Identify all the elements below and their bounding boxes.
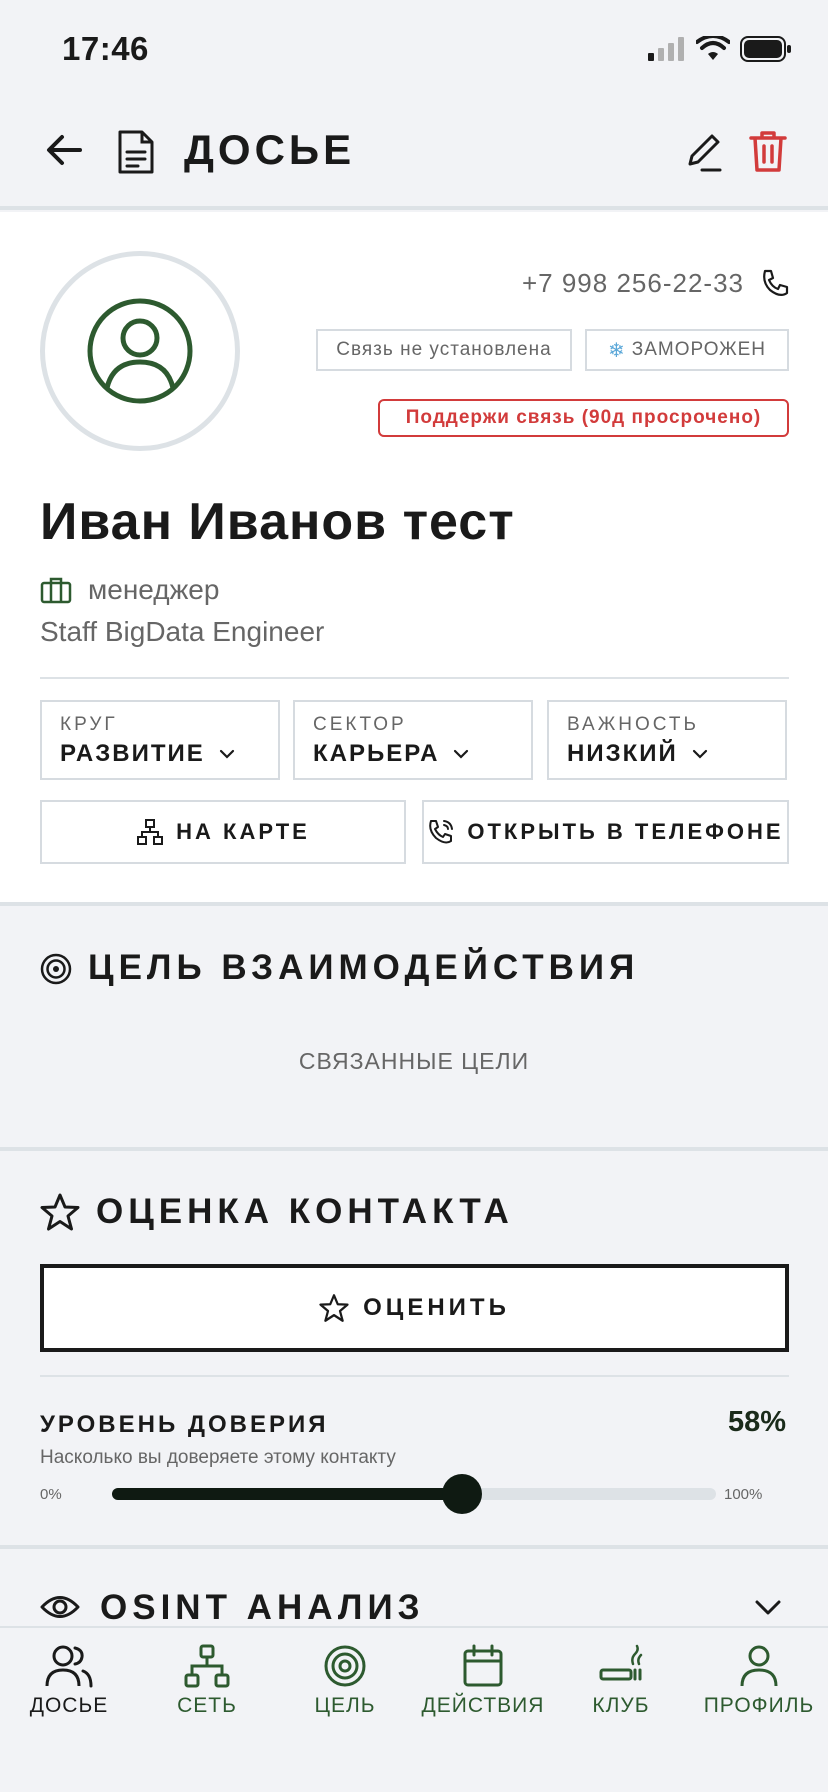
trash-icon[interactable]: [748, 128, 788, 174]
osint-section-title[interactable]: OSINT АНАЛИЗ: [100, 1588, 425, 1628]
slider-min-label: 0%: [40, 1486, 62, 1503]
sector-select-label: СЕКТОР: [313, 714, 407, 735]
chevron-down-icon: [692, 749, 707, 759]
nav-item-network[interactable]: СЕТЬ: [138, 1644, 276, 1718]
divider: [40, 677, 789, 679]
frozen-label: ЗАМОРОЖЕН: [631, 339, 767, 360]
slider-max-label: 100%: [724, 1486, 763, 1503]
cellular-signal-icon: [648, 37, 684, 61]
target-icon: [324, 1645, 366, 1687]
circle-select[interactable]: КРУГ РАЗВИТИЕ: [40, 700, 280, 780]
phone-icon[interactable]: [760, 268, 790, 298]
importance-select-label: ВАЖНОСТЬ: [567, 714, 699, 735]
star-icon: [40, 1193, 80, 1231]
star-icon: [319, 1294, 349, 1322]
contact-name: Иван Иванов тест: [40, 493, 515, 551]
briefcase-icon: [40, 577, 72, 604]
nav-item-dossier[interactable]: ДОСЬЕ: [0, 1644, 138, 1718]
trust-level-description: Насколько вы доверяете этому контакту: [40, 1447, 396, 1468]
show-on-map-label: НА КАРТЕ: [176, 819, 310, 844]
wifi-icon: [696, 36, 730, 60]
status-time: 17:46: [62, 30, 149, 67]
profile-icon: [740, 1645, 778, 1687]
chevron-down-icon: [454, 749, 469, 759]
eye-icon: [40, 1596, 80, 1618]
battery-icon: [740, 36, 791, 62]
section-divider: [0, 1545, 828, 1549]
contact-job-title: Staff BigData Engineer: [40, 616, 325, 647]
trust-slider-thumb[interactable]: [442, 1474, 483, 1514]
calendar-icon: [463, 1644, 503, 1687]
importance-select[interactable]: ВАЖНОСТЬ НИЗКИЙ: [547, 700, 787, 780]
overdue-alert-badge[interactable]: Поддержи связь (90д просрочено): [378, 399, 789, 437]
nav-label-goal: ЦЕЛЬ: [314, 1694, 376, 1717]
phone-number[interactable]: +7 998 256-22-33: [522, 268, 744, 299]
linked-goals-link[interactable]: СВЯЗАННЫЕ ЦЕЛИ: [0, 1048, 828, 1075]
divider: [40, 1375, 789, 1377]
sector-select-value: КАРЬЕРА: [313, 740, 440, 767]
status-icons: [648, 36, 792, 62]
rate-button[interactable]: ОЦЕНИТЬ: [40, 1264, 789, 1352]
back-arrow-icon[interactable]: [42, 128, 86, 172]
nav-item-goal[interactable]: ЦЕЛЬ: [276, 1644, 414, 1718]
edit-icon[interactable]: [684, 130, 724, 174]
nav-label-club: КЛУБ: [592, 1694, 650, 1717]
importance-select-value: НИЗКИЙ: [567, 740, 678, 767]
document-icon: [118, 130, 154, 174]
connection-status-badge: Связь не установлена: [316, 329, 572, 371]
target-icon: [40, 953, 72, 985]
network-icon: [184, 1644, 230, 1688]
trust-level-value: 58%: [727, 1406, 786, 1438]
show-on-map-button[interactable]: НА КАРТЕ: [40, 800, 406, 864]
circle-select-label: КРУГ: [60, 714, 118, 735]
frozen-badge: ❄ ЗАМОРОЖЕН: [585, 329, 789, 371]
nav-item-club[interactable]: КЛУБ: [552, 1644, 690, 1718]
avatar[interactable]: [40, 251, 240, 451]
chevron-down-icon[interactable]: [754, 1598, 782, 1618]
page-title: ДОСЬЕ: [184, 126, 356, 173]
user-avatar-icon: [87, 298, 193, 404]
nav-label-actions: ДЕЙСТВИЯ: [421, 1694, 545, 1717]
nav-label-network: СЕТЬ: [177, 1694, 237, 1717]
rate-button-label: ОЦЕНИТЬ: [363, 1294, 510, 1321]
nav-label-dossier: ДОСЬЕ: [29, 1694, 109, 1717]
phone-call-icon: [429, 820, 454, 844]
open-in-phone-button[interactable]: ОТКРЫТЬ В ТЕЛЕФОНЕ: [422, 800, 789, 864]
network-icon: [137, 819, 164, 845]
nav-label-profile: ПРОФИЛЬ: [703, 1694, 815, 1717]
goal-section-title: ЦЕЛЬ ВЗАИМОДЕЙСТВИЯ: [88, 948, 640, 987]
rating-section-title: ОЦЕНКА КОНТАКТА: [96, 1192, 514, 1231]
trust-slider-fill: [112, 1488, 463, 1500]
trust-level-label: УРОВЕНЬ ДОВЕРИЯ: [40, 1411, 329, 1438]
cigar-icon: [599, 1644, 643, 1681]
contact-role: менеджер: [88, 574, 220, 605]
nav-item-actions[interactable]: ДЕЙСТВИЯ: [414, 1644, 552, 1718]
section-divider: [0, 1147, 828, 1151]
chevron-down-icon: [219, 749, 234, 759]
sector-select[interactable]: СЕКТОР КАРЬЕРА: [293, 700, 533, 780]
snowflake-icon: ❄: [607, 339, 626, 362]
people-icon: [45, 1645, 93, 1688]
circle-select-value: РАЗВИТИЕ: [60, 740, 205, 767]
nav-item-profile[interactable]: ПРОФИЛЬ: [690, 1644, 828, 1718]
open-in-phone-label: ОТКРЫТЬ В ТЕЛЕФОНЕ: [467, 819, 784, 844]
